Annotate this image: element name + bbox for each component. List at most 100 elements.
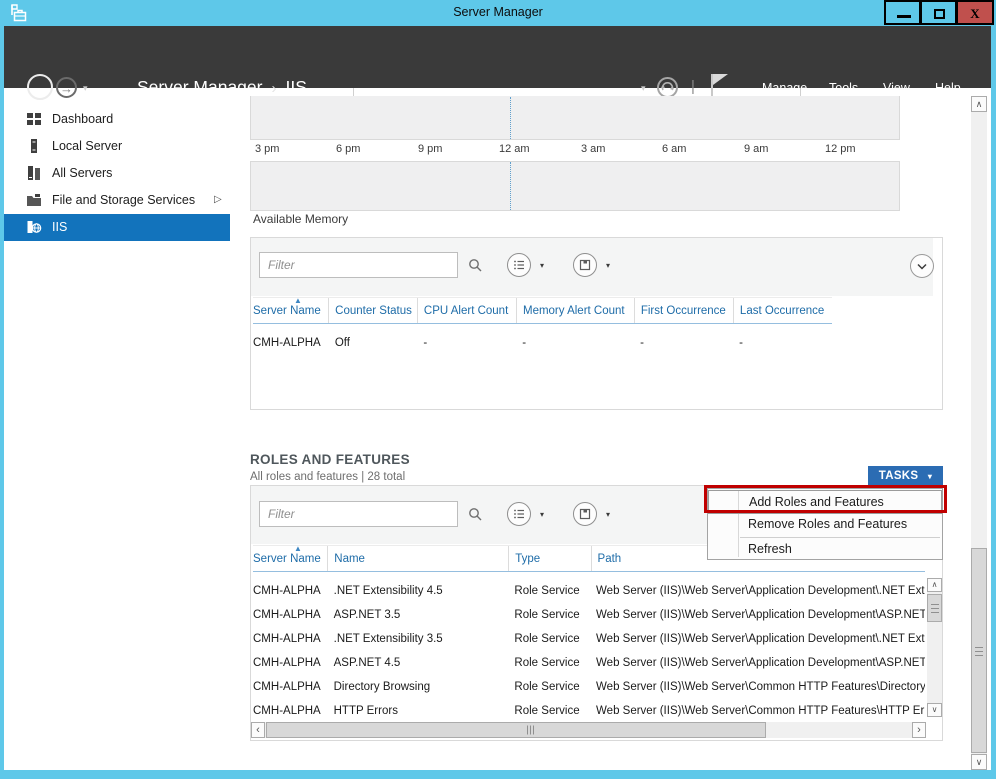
collapse-panel-button[interactable] [910, 254, 934, 278]
scroll-thumb[interactable] [927, 594, 942, 622]
close-button[interactable]: X [956, 0, 994, 25]
chevron-right-icon: › [917, 724, 921, 736]
menu-tools[interactable]: Tools [829, 81, 858, 95]
title-bar: Server Manager X [0, 0, 996, 26]
chart-cursor-line [510, 97, 511, 139]
table-row[interactable]: CMH-ALPHA Off - - - - [253, 331, 832, 355]
breadcrumb-server-manager[interactable]: Server Manager [137, 77, 262, 97]
filter-presets-button[interactable] [507, 253, 531, 277]
save-query-caret-icon[interactable]: ▾ [606, 510, 610, 519]
refresh-button[interactable] [657, 77, 678, 98]
col-header-type[interactable]: Type [508, 546, 590, 571]
forward-button[interactable]: → [56, 77, 77, 98]
menu-item-add-roles-and-features[interactable]: Add Roles and Features [708, 490, 942, 514]
time-tick: 3 am [581, 143, 605, 155]
sidebar-item-iis[interactable]: IIS [4, 214, 230, 241]
col-header-last-occurrence[interactable]: Last Occurrence [733, 298, 832, 323]
col-header-first-occurrence[interactable]: First Occurrence [634, 298, 733, 323]
scroll-up-button[interactable]: ∧ [927, 578, 942, 592]
scroll-up-button[interactable]: ∧ [971, 96, 987, 112]
back-button[interactable]: ← [27, 74, 53, 100]
scroll-thumb[interactable] [266, 722, 766, 738]
history-dropdown[interactable]: ▾ [83, 83, 88, 94]
back-icon: ← [32, 80, 48, 97]
time-tick: 12 pm [825, 143, 856, 155]
window-title: Server Manager [0, 5, 996, 19]
sidebar-item-file-storage-services[interactable]: File and Storage Services ▷ [4, 187, 230, 214]
separator-pipe-icon: | [691, 78, 695, 95]
breadcrumb-iis: IIS [285, 77, 306, 97]
save-query-button[interactable] [573, 502, 597, 526]
sidebar-item-all-servers[interactable]: All Servers [4, 160, 230, 187]
time-tick: 9 pm [418, 143, 442, 155]
minimize-icon [897, 15, 911, 18]
chevron-down-icon [911, 255, 933, 277]
forward-icon: → [60, 81, 73, 96]
col-header-server-name[interactable]: Server Name [253, 298, 328, 323]
chevron-left-icon: ‹ [256, 724, 260, 736]
chart-caption: Available Memory [253, 212, 348, 226]
table-row[interactable]: CMH-ALPHA .NET Extensibility 3.5 Role Se… [253, 627, 925, 651]
menu-item-refresh[interactable]: Refresh [708, 538, 942, 560]
floppy-icon [574, 254, 596, 276]
col-header-server-name[interactable]: Server Name [253, 546, 327, 571]
scroll-left-button[interactable]: ‹ [251, 722, 265, 738]
time-tick: 3 pm [255, 143, 279, 155]
col-header-counter-status[interactable]: Counter Status [328, 298, 417, 323]
roles-table-scrollbar[interactable]: ∧ ∨ [927, 578, 942, 717]
filter-presets-button[interactable] [507, 502, 531, 526]
sidebar-item-local-server[interactable]: Local Server [4, 133, 230, 160]
close-icon: X [958, 6, 992, 22]
file-storage-icon [26, 192, 42, 208]
thumb-grip-icon [975, 647, 983, 656]
navigation-bar: ← → ▾ Server Manager›IIS ▾ | Manage Tool… [0, 26, 996, 88]
thumb-grip-icon [931, 604, 939, 613]
table-row[interactable]: CMH-ALPHA HTTP Errors Role Service Web S… [253, 699, 925, 723]
list-icon [508, 254, 530, 276]
col-header-name[interactable]: Name [327, 546, 508, 571]
table-row[interactable]: CMH-ALPHA ASP.NET 4.5 Role Service Web S… [253, 651, 925, 675]
main-scrollbar[interactable]: ∧ ∨ [971, 96, 987, 770]
list-icon [508, 503, 530, 525]
save-query-button[interactable] [573, 253, 597, 277]
tasks-caret-icon: ▾ [922, 472, 932, 481]
col-header-memory-alert[interactable]: Memory Alert Count [516, 298, 634, 323]
scroll-thumb[interactable] [971, 548, 987, 753]
address-dropdown[interactable]: ▾ [641, 83, 646, 94]
roles-filter-input[interactable] [259, 501, 458, 527]
maximize-button[interactable] [920, 0, 957, 25]
time-tick: 12 am [499, 143, 530, 155]
breadcrumb: Server Manager›IIS [137, 77, 307, 98]
scroll-down-button[interactable]: ∨ [927, 703, 942, 717]
chart-cursor-line [510, 162, 511, 210]
col-header-cpu-alert[interactable]: CPU Alert Count [417, 298, 516, 323]
performance-filter-input[interactable] [259, 252, 458, 278]
menu-item-remove-roles-and-features[interactable]: Remove Roles and Features [708, 513, 942, 535]
expand-arrow-icon[interactable]: ▷ [214, 194, 222, 205]
roles-table-hscrollbar[interactable]: ‹ › [251, 722, 926, 738]
save-query-caret-icon[interactable]: ▾ [606, 261, 610, 270]
menu-view[interactable]: View [883, 81, 910, 95]
time-tick: 6 pm [336, 143, 360, 155]
table-row[interactable]: CMH-ALPHA .NET Extensibility 4.5 Role Se… [253, 579, 925, 603]
window-border-left [0, 26, 4, 779]
tile-remnant-divider [800, 88, 801, 96]
minimize-button[interactable] [884, 0, 921, 25]
memory-chart-panel [250, 161, 900, 211]
performance-table-header: Server Name Counter Status CPU Alert Cou… [253, 297, 832, 324]
scroll-right-button[interactable]: › [912, 722, 926, 738]
chevron-up-icon: ∧ [932, 580, 938, 589]
thumb-grip-icon [527, 726, 534, 735]
filter-presets-caret-icon[interactable]: ▾ [540, 261, 544, 270]
scroll-down-button[interactable]: ∨ [971, 754, 987, 770]
sidebar-item-dashboard[interactable]: Dashboard [4, 106, 230, 133]
chevron-up-icon: ∧ [976, 99, 983, 109]
maximize-icon [934, 9, 945, 19]
tile-remnant-divider [353, 88, 354, 96]
table-row[interactable]: CMH-ALPHA ASP.NET 3.5 Role Service Web S… [253, 603, 925, 627]
menu-help[interactable]: Help [935, 81, 961, 95]
tasks-button[interactable]: TASKS ▾ [868, 466, 943, 487]
all-servers-icon [26, 165, 42, 181]
filter-presets-caret-icon[interactable]: ▾ [540, 510, 544, 519]
table-row[interactable]: CMH-ALPHA Directory Browsing Role Servic… [253, 675, 925, 699]
